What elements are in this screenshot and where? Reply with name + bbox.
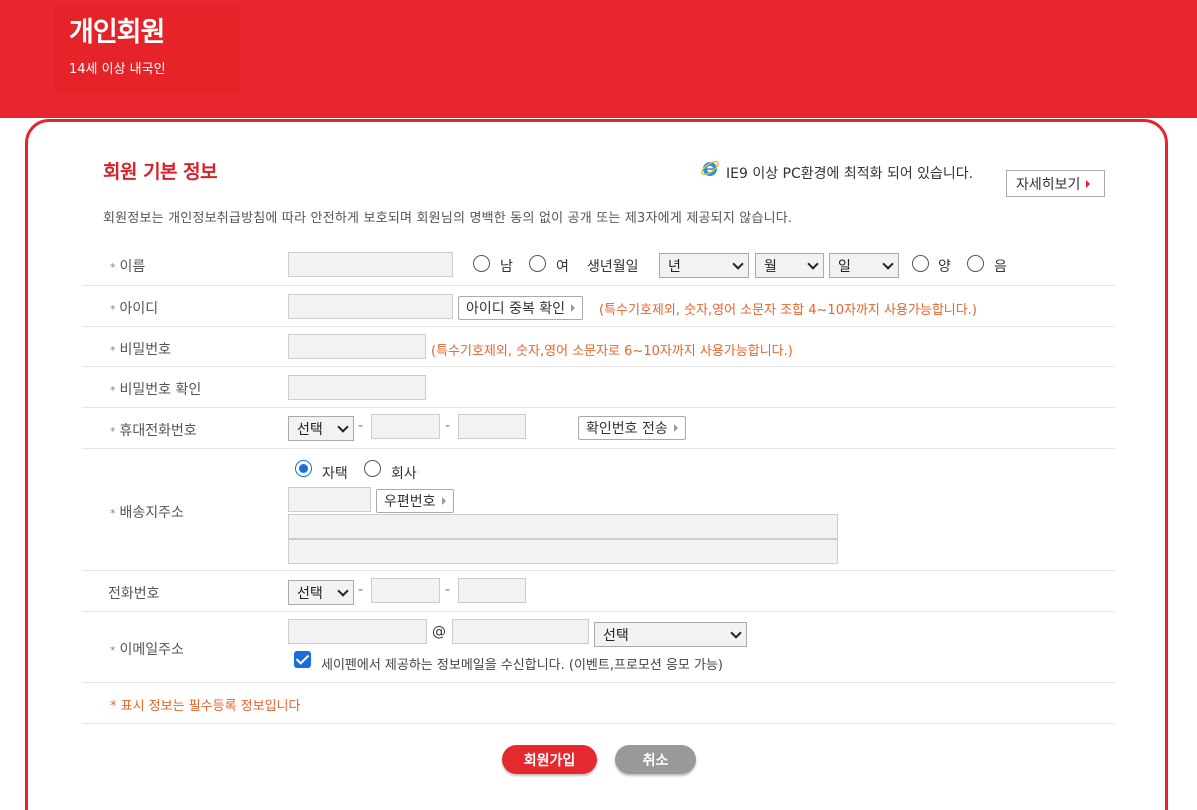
chevron-down-icon bbox=[807, 257, 819, 270]
dash: - bbox=[358, 582, 364, 598]
birth-label: 생년월일 bbox=[587, 259, 639, 275]
row-divider bbox=[82, 366, 1115, 367]
birth-day-select[interactable]: 일 bbox=[829, 253, 899, 278]
row-divider bbox=[82, 326, 1115, 327]
id-check-button[interactable]: 아이디 중복 확인 bbox=[458, 296, 584, 320]
email-consent-checkbox[interactable] bbox=[294, 651, 311, 668]
row-divider bbox=[82, 407, 1115, 408]
arrow-right-icon bbox=[571, 304, 576, 312]
row-divider bbox=[82, 611, 1115, 612]
mobile-prefix-select[interactable]: 선택 bbox=[288, 416, 354, 441]
chevron-down-icon bbox=[337, 584, 349, 597]
lunar-label: 음 bbox=[994, 259, 1007, 275]
address-line2-input[interactable] bbox=[288, 539, 838, 564]
row-divider bbox=[82, 448, 1115, 449]
phone-last-input[interactable] bbox=[458, 578, 526, 603]
zipcode-button[interactable]: 우편번호 bbox=[376, 489, 454, 513]
browser-notice: IE9 이상 PC환경에 최적화 되어 있습니다. bbox=[726, 166, 974, 182]
birth-year-select[interactable]: 년 bbox=[659, 253, 749, 278]
join-button[interactable]: 회원가입 bbox=[502, 745, 597, 774]
address-line1-input[interactable] bbox=[288, 514, 838, 539]
row-divider bbox=[82, 285, 1115, 286]
section-title: 회원 기본 정보 bbox=[103, 161, 218, 183]
password-label: * 비밀번호 bbox=[110, 342, 172, 358]
id-label: * 아이디 bbox=[110, 301, 159, 317]
gender-female-label: 여 bbox=[556, 259, 569, 275]
password-confirm-input[interactable] bbox=[288, 375, 426, 400]
solar-label: 양 bbox=[938, 259, 951, 275]
arrow-right-icon bbox=[441, 497, 446, 505]
gender-female-radio[interactable] bbox=[529, 255, 546, 272]
dash: - bbox=[445, 418, 451, 434]
email-consent-label: 세이펜에서 제공하는 정보메일을 수신합니다. (이벤트,프로모션 응모 가능) bbox=[321, 658, 724, 673]
detail-button-label: 자세히보기 bbox=[1016, 176, 1081, 193]
cancel-button[interactable]: 취소 bbox=[615, 745, 696, 774]
address-company-radio[interactable] bbox=[364, 460, 381, 477]
birth-month-select[interactable]: 월 bbox=[755, 253, 824, 278]
address-label: * 배송지주소 bbox=[110, 505, 184, 521]
row-divider bbox=[82, 570, 1115, 571]
email-label: * 이메일주소 bbox=[110, 642, 184, 658]
arrow-right-icon bbox=[1086, 179, 1091, 188]
id-input[interactable] bbox=[288, 294, 453, 319]
id-hint: (특수기호제외, 숫자,영어 소문자 조합 4~10자까지 사용가능합니다.) bbox=[599, 303, 977, 318]
phone-middle-input[interactable] bbox=[371, 578, 440, 603]
lunar-radio[interactable] bbox=[967, 255, 984, 272]
internet-explorer-icon bbox=[701, 160, 719, 176]
detail-button[interactable]: 자세히보기 bbox=[1006, 170, 1105, 197]
zipcode-input[interactable] bbox=[288, 487, 371, 512]
dash: - bbox=[445, 582, 451, 598]
password-input[interactable] bbox=[288, 334, 426, 359]
email-id-input[interactable] bbox=[288, 619, 427, 644]
row-divider bbox=[82, 682, 1115, 683]
chevron-down-icon bbox=[730, 626, 742, 639]
address-home-label: 자택 bbox=[322, 466, 348, 482]
chevron-down-icon bbox=[882, 257, 894, 270]
gender-male-label: 남 bbox=[500, 259, 513, 275]
address-company-label: 회사 bbox=[391, 466, 417, 482]
send-code-button[interactable]: 확인번호 전송 bbox=[578, 416, 686, 440]
mobile-label: * 휴대전화번호 bbox=[110, 423, 197, 439]
row-divider bbox=[82, 723, 1115, 724]
dash: - bbox=[358, 418, 364, 434]
phone-label: 전화번호 bbox=[108, 586, 160, 602]
address-home-radio[interactable] bbox=[295, 460, 312, 477]
mobile-last-input[interactable] bbox=[458, 414, 526, 439]
chevron-down-icon bbox=[337, 420, 349, 433]
page-subtitle: 14세 이상 내국인 bbox=[69, 62, 166, 77]
email-at-sign: @ bbox=[432, 624, 446, 640]
privacy-notice: 회원정보는 개인정보취급방침에 따라 안전하게 보호되며 회원님의 명백한 동의… bbox=[103, 211, 793, 226]
required-note: * 표시 정보는 필수등록 정보입니다 bbox=[110, 699, 301, 714]
chevron-down-icon bbox=[732, 257, 744, 270]
email-domain-input[interactable] bbox=[452, 619, 589, 644]
mobile-middle-input[interactable] bbox=[371, 414, 440, 439]
password-confirm-label: * 비밀번호 확인 bbox=[110, 382, 202, 398]
name-label: * 이름 bbox=[110, 259, 146, 275]
page-title: 개인회원 bbox=[69, 17, 165, 48]
password-hint: (특수기호제외, 숫자,영어 소문자로 6~10자까지 사용가능합니다.) bbox=[431, 344, 793, 359]
name-input[interactable] bbox=[288, 252, 453, 277]
solar-radio[interactable] bbox=[912, 255, 929, 272]
gender-male-radio[interactable] bbox=[473, 255, 490, 272]
email-domain-select[interactable]: 선택 bbox=[594, 622, 747, 647]
arrow-right-icon bbox=[673, 424, 678, 432]
phone-prefix-select[interactable]: 선택 bbox=[288, 580, 354, 605]
